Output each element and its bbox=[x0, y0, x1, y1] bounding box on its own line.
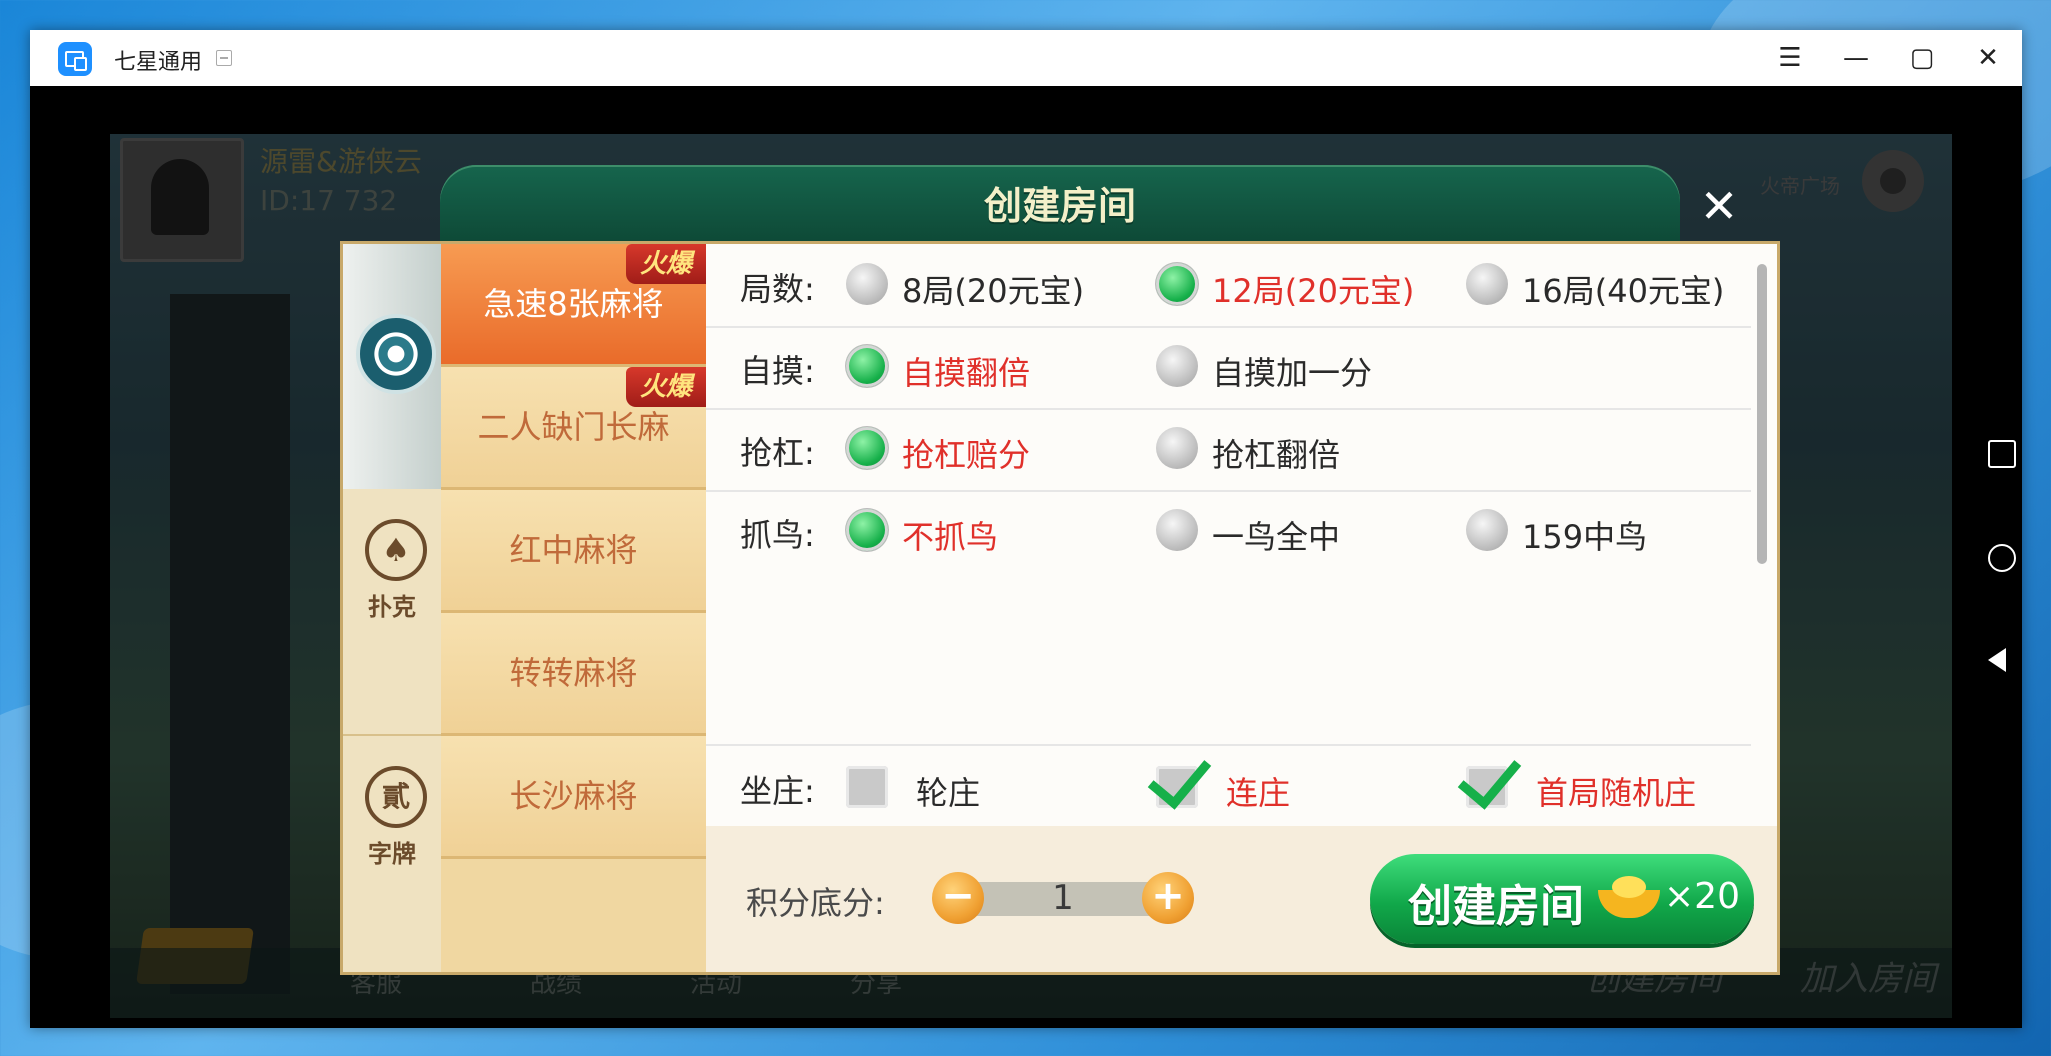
checkbox-checked[interactable] bbox=[1457, 743, 1522, 810]
checkbox-checked[interactable] bbox=[1147, 743, 1212, 810]
create-room-dialog: 创建房间 ✕ ♠ 扑克 貳 字牌 急速8张麻将 火爆 二人缺门长麻 火爆 红中麻… bbox=[340, 165, 1780, 975]
radio-button-selected[interactable] bbox=[1156, 263, 1198, 305]
dialog-footer: 积分底分: 1 − + 创建房间 ×20 bbox=[706, 826, 1777, 972]
window-title: 七星通用 bbox=[114, 50, 203, 75]
option-label: 抢杠赔分 bbox=[902, 436, 1031, 474]
mahjong-icon bbox=[356, 314, 436, 394]
category-tab-mahjong[interactable] bbox=[343, 244, 441, 489]
spade-icon: ♠ bbox=[365, 519, 427, 581]
category-tab-poker[interactable]: ♠ 扑克 bbox=[343, 489, 441, 734]
category-column: ♠ 扑克 貳 字牌 bbox=[343, 244, 443, 972]
radio-button[interactable] bbox=[1466, 263, 1508, 305]
option-label: 不抓鸟 bbox=[902, 518, 999, 556]
game-item-label: 长沙麻将 bbox=[509, 777, 638, 815]
emulator-screen: 源雷&游侠云 ID:17 732 火帝广场 客服 战绩 活动 分享 创建房间 加… bbox=[30, 86, 2022, 1028]
app-window: 七星通用 ☰ — ▢ ✕ 源雷&游侠云 ID:17 732 火帝广场 客服 战绩… bbox=[30, 30, 2022, 1028]
radio-button-selected[interactable] bbox=[846, 427, 888, 469]
back-icon[interactable] bbox=[1988, 648, 2006, 672]
option-row-zuozhuang: 坐庄: 轮庄 连庄 首局随机庄 bbox=[706, 743, 1751, 828]
option-label: 首局随机庄 bbox=[1536, 774, 1697, 812]
recent-apps-icon[interactable] bbox=[1988, 440, 2016, 468]
checkbox[interactable] bbox=[846, 766, 888, 808]
game-list: 急速8张麻将 火爆 二人缺门长麻 火爆 红中麻将 转转麻将 长沙麻将 bbox=[441, 244, 706, 972]
option-label: 12局(20元宝) bbox=[1212, 272, 1415, 310]
radio-button-selected[interactable] bbox=[846, 345, 888, 387]
create-room-cost: ×20 bbox=[1664, 876, 1740, 917]
minus-button[interactable]: − bbox=[932, 872, 984, 924]
hot-badge: 火爆 bbox=[626, 367, 706, 407]
tile-glyph-icon: 貳 bbox=[365, 766, 427, 828]
option-label: 一鸟全中 bbox=[1212, 518, 1341, 556]
option-row-zimo: 自摸: 自摸翻倍 自摸加一分 bbox=[706, 326, 1751, 410]
hot-badge: 火爆 bbox=[626, 244, 706, 284]
row-label: 局数: bbox=[740, 270, 815, 308]
plus-button[interactable]: + bbox=[1142, 872, 1194, 924]
category-tab-tiles[interactable]: 貳 字牌 bbox=[343, 734, 441, 974]
game-item-erren[interactable]: 二人缺门长麻 火爆 bbox=[441, 367, 706, 490]
title-bar: 七星通用 ☰ — ▢ ✕ bbox=[30, 30, 2022, 86]
option-label: 16局(40元宝) bbox=[1522, 272, 1725, 310]
option-row-rounds: 局数: 8局(20元宝) 12局(20元宝) 16局(40元宝) bbox=[706, 244, 1751, 328]
create-room-button[interactable]: 创建房间 ×20 bbox=[1370, 854, 1754, 944]
radio-button[interactable] bbox=[846, 263, 888, 305]
option-row-qianggang: 抢杠: 抢杠赔分 抢杠翻倍 bbox=[706, 408, 1751, 492]
option-label: 轮庄 bbox=[916, 774, 981, 812]
home-icon[interactable] bbox=[1988, 544, 2016, 572]
row-label: 自摸: bbox=[740, 352, 815, 390]
option-label: 自摸翻倍 bbox=[902, 354, 1031, 392]
dialog-close-button[interactable]: ✕ bbox=[1694, 181, 1744, 231]
option-row-zhuaniao: 抓鸟: 不抓鸟 一鸟全中 159中鸟 bbox=[706, 490, 1751, 572]
score-label: 积分底分: bbox=[746, 884, 885, 922]
game-item-hongzhong[interactable]: 红中麻将 bbox=[441, 490, 706, 613]
game-item-label: 转转麻将 bbox=[509, 654, 638, 692]
score-value: 1 bbox=[1052, 878, 1074, 918]
minimize-button[interactable]: — bbox=[1836, 38, 1876, 78]
dialog-title: 创建房间 bbox=[983, 184, 1136, 228]
close-window-button[interactable]: ✕ bbox=[1968, 38, 2008, 78]
game-item-label: 红中麻将 bbox=[509, 531, 638, 569]
row-label: 抢杠: bbox=[740, 434, 815, 472]
option-label: 159中鸟 bbox=[1522, 518, 1648, 556]
option-label: 抢杠翻倍 bbox=[1212, 436, 1341, 474]
options-content: 局数: 8局(20元宝) 12局(20元宝) 16局(40元宝) 自摸: 自摸翻… bbox=[706, 244, 1777, 972]
menu-icon[interactable]: ☰ bbox=[1770, 38, 1810, 78]
game-item-changsha[interactable]: 长沙麻将 bbox=[441, 736, 706, 859]
game-item-label: 二人缺门长麻 bbox=[477, 408, 670, 446]
option-label: 自摸加一分 bbox=[1212, 354, 1373, 392]
game-item-jisu8[interactable]: 急速8张麻将 火爆 bbox=[441, 244, 706, 367]
maximize-button[interactable]: ▢ bbox=[1902, 38, 1942, 78]
row-label: 抓鸟: bbox=[740, 516, 815, 554]
pin-window-icon[interactable] bbox=[216, 50, 232, 66]
radio-button[interactable] bbox=[1156, 427, 1198, 469]
option-label: 8局(20元宝) bbox=[902, 272, 1085, 310]
game-item-zhuanzhuan[interactable]: 转转麻将 bbox=[441, 613, 706, 736]
radio-button[interactable] bbox=[1156, 345, 1198, 387]
options-scrollbar[interactable] bbox=[1757, 264, 1767, 564]
check-mark-icon bbox=[1147, 743, 1212, 810]
category-label-tiles: 字牌 bbox=[368, 840, 416, 868]
option-label: 连庄 bbox=[1226, 774, 1291, 812]
radio-button[interactable] bbox=[1156, 509, 1198, 551]
category-label-poker: 扑克 bbox=[368, 593, 416, 621]
score-stepper: 1 − + bbox=[932, 872, 1194, 924]
row-label: 坐庄: bbox=[740, 772, 815, 810]
dialog-panel: ♠ 扑克 貳 字牌 急速8张麻将 火爆 二人缺门长麻 火爆 红中麻将 转转麻将 … bbox=[340, 241, 1780, 975]
game-item-label: 急速8张麻将 bbox=[483, 285, 664, 323]
app-icon bbox=[58, 42, 92, 76]
radio-button-selected[interactable] bbox=[846, 509, 888, 551]
check-mark-icon bbox=[1457, 743, 1522, 810]
radio-button[interactable] bbox=[1466, 509, 1508, 551]
gold-ingot-icon bbox=[1598, 872, 1660, 920]
create-room-label: 创建房间 bbox=[1408, 881, 1584, 932]
